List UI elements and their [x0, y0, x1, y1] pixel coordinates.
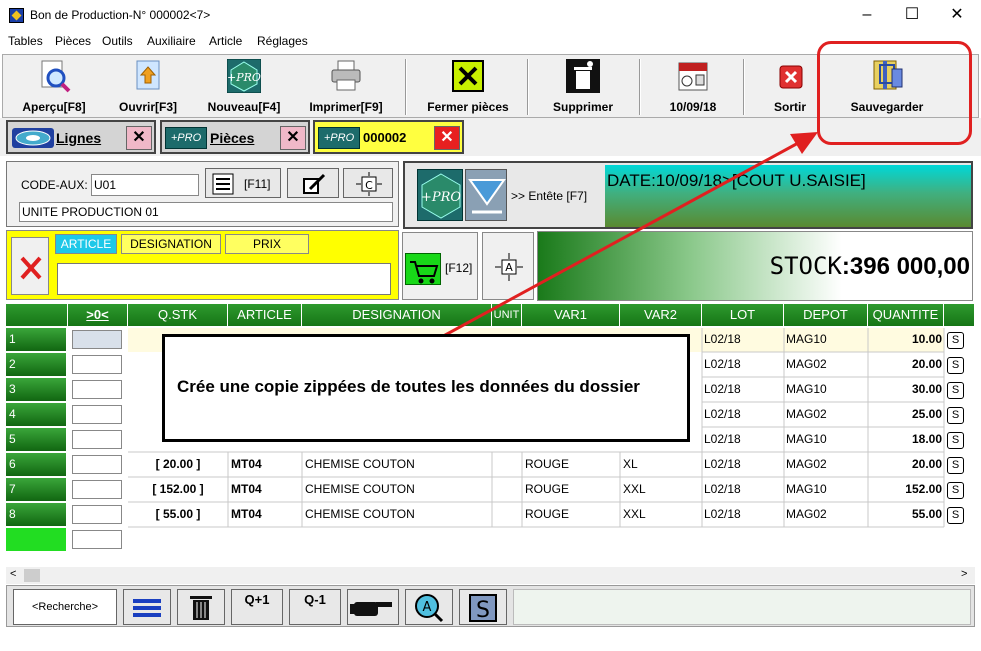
- annotation-text: Crée une copie zippées de toutes les don…: [177, 377, 640, 396]
- annotation-tip-box: Crée une copie zippées de toutes les don…: [162, 334, 690, 442]
- annotation-arrow: [389, 132, 818, 367]
